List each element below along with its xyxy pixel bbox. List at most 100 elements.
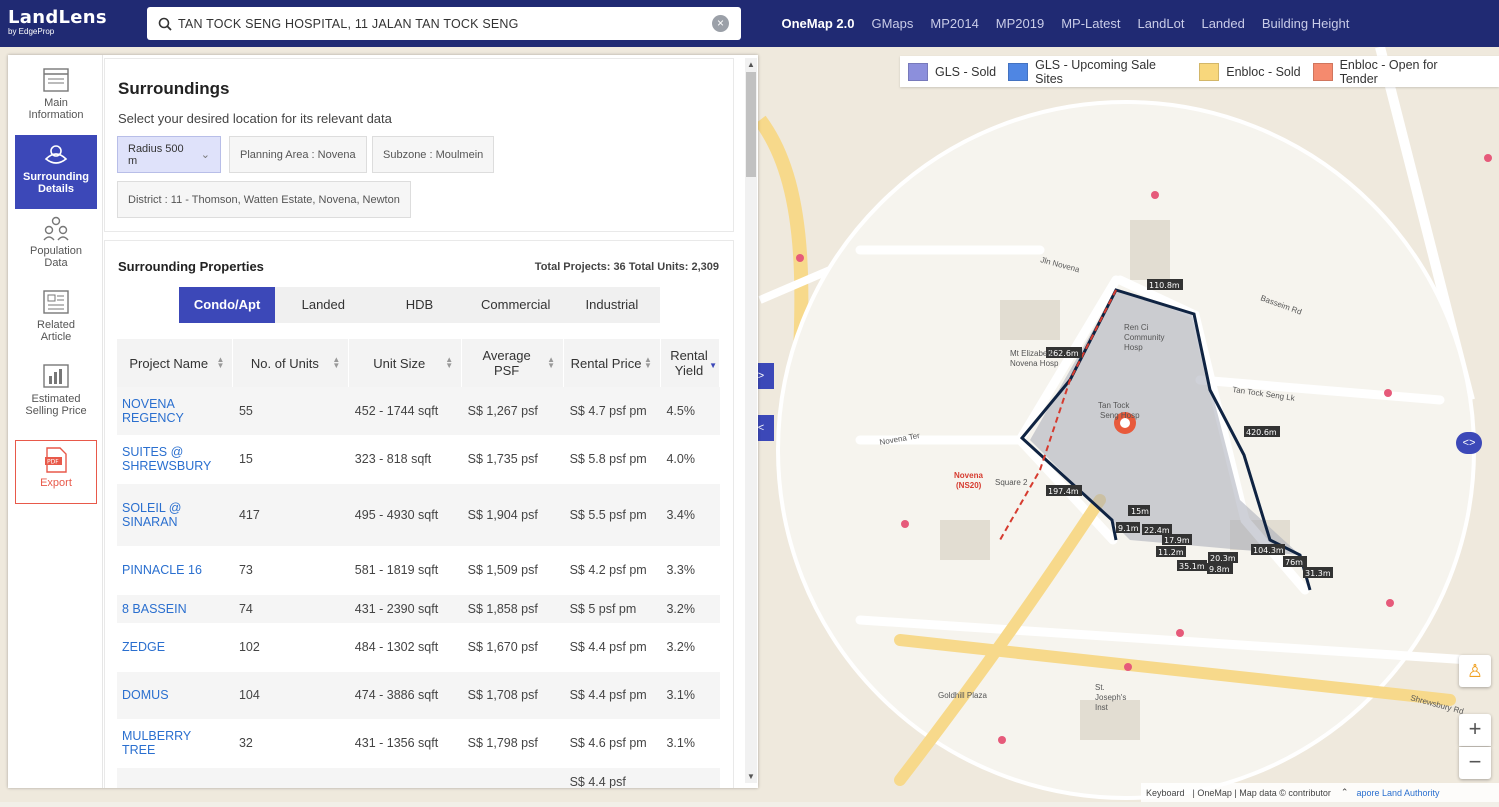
sort-desc-icon: ▼ <box>709 361 717 370</box>
search-icon <box>152 17 178 31</box>
export-button[interactable]: PDF Export <box>15 440 97 504</box>
project-name-link[interactable]: PINNACLE 16 <box>117 546 233 595</box>
table-cell: 15 <box>232 435 349 484</box>
table-cell: S$ 1,267 psf <box>461 387 564 436</box>
tab-landlot[interactable]: LandLot <box>1137 16 1184 31</box>
street-view-button[interactable]: ♙ <box>1459 655 1491 687</box>
svg-text:17.9m: 17.9m <box>1164 536 1190 545</box>
svg-text:9.1m: 9.1m <box>1118 524 1139 533</box>
table-cell: 484 - 1302 sqft <box>348 623 462 672</box>
scroll-down-icon[interactable]: ▼ <box>747 772 755 781</box>
svg-text:Seng Hosp: Seng Hosp <box>1100 411 1140 420</box>
table-row[interactable]: DOMUS 104 474 - 3886 sqft S$ 1,708 psf S$ 4.… <box>117 671 720 720</box>
tab-mp-latest[interactable]: MP-Latest <box>1061 16 1120 31</box>
tab-commercial[interactable]: Commercial <box>468 287 564 323</box>
tab-landed[interactable]: Landed <box>275 287 371 323</box>
chevron-up-icon[interactable]: ⌃ <box>1341 787 1349 798</box>
sidebar-item-label: Estimated <box>31 393 81 405</box>
table-row[interactable]: PINNACLE 16 73 581 - 1819 sqft S$ 1,509 psf… <box>117 546 720 595</box>
column-header-rental-yield[interactable]: Rental Yield ▼ <box>660 339 721 387</box>
project-name-link[interactable]: SOLEIL @ SINARAN <box>117 483 233 547</box>
top-navbar: LandLens by EdgeProp × OneMap 2.0 GMaps … <box>0 0 1499 47</box>
table-row[interactable]: SOLEIL @ SINARAN 417 495 - 4930 sqft S$ 1,9… <box>117 483 720 547</box>
sort-icon: ▲ ▼ <box>332 355 341 370</box>
table-cell: 32 <box>232 719 349 768</box>
svg-text:104.3m: 104.3m <box>1253 546 1284 555</box>
table-cell: 3.1% <box>660 671 720 720</box>
tab-landed[interactable]: Landed <box>1201 16 1244 31</box>
authority-link[interactable]: apore Land Authority <box>1356 788 1439 798</box>
project-name-link[interactable]: ZEDGE <box>117 623 233 672</box>
sidebar-item-surrounding-details[interactable]: Surrounding Details <box>15 135 97 209</box>
table-cell: 102 <box>232 623 349 672</box>
property-type-tabs: Condo/Apt Landed HDB Commercial Industri… <box>179 287 660 323</box>
table-cell: 3.3% <box>660 546 720 595</box>
tab-onemap[interactable]: OneMap 2.0 <box>782 16 855 31</box>
column-header-average-psf[interactable]: Average PSF ▲ ▼ <box>461 339 565 387</box>
project-name-link[interactable] <box>117 767 233 788</box>
table-row[interactable]: NOVENA REGENCY 55 452 - 1744 sqft S$ 1,267 … <box>117 387 720 436</box>
sidebar-item-estimated-selling-price[interactable]: Estimated Selling Price <box>15 357 97 431</box>
legend-enbloc-tender: Enbloc - Open for Tender <box>1312 58 1479 86</box>
svg-text:31.3m: 31.3m <box>1305 569 1331 578</box>
table-row[interactable]: ZEDGE 102 484 - 1302 sqft S$ 1,670 psf S$ 4.… <box>117 623 720 672</box>
table-cell <box>348 767 462 788</box>
svg-text:Tan Tock: Tan Tock <box>1098 401 1130 410</box>
column-header-units[interactable]: No. of Units ▲ ▼ <box>232 339 350 387</box>
project-name-link[interactable]: MULBERRY TREE <box>117 719 233 768</box>
logo-text: LandLens <box>8 7 107 28</box>
column-header-unit-size[interactable]: Unit Size ▲ ▼ <box>348 339 463 387</box>
tab-industrial[interactable]: Industrial <box>564 287 660 323</box>
landlens-logo[interactable]: LandLens by EdgeProp <box>8 7 107 36</box>
search-input[interactable] <box>178 16 698 31</box>
project-name-link[interactable]: NOVENA REGENCY <box>117 387 233 436</box>
search-bar[interactable]: × <box>147 7 741 40</box>
tab-mp2019[interactable]: MP2019 <box>996 16 1044 31</box>
scroll-up-icon[interactable]: ▲ <box>747 60 755 69</box>
tab-building-height[interactable]: Building Height <box>1262 16 1349 31</box>
table-cell: S$ 4.6 psf pm <box>563 719 661 768</box>
legend-label: GLS - Sold <box>935 64 997 79</box>
panel-scrollbar[interactable]: ▲ ▼ <box>745 58 757 783</box>
panel-content: Surroundings Select your desired locatio… <box>104 55 744 788</box>
svg-text:15m: 15m <box>1131 507 1149 516</box>
sidebar-item-related-article[interactable]: Related Article <box>15 283 97 357</box>
project-name-link[interactable]: 8 BASSEIN <box>117 594 233 624</box>
svg-text:20.3m: 20.3m <box>1210 554 1236 563</box>
table-row[interactable]: 8 BASSEIN 74 431 - 2390 sqft S$ 1,858 psf S$… <box>117 594 720 624</box>
table-cell: S$ 1,735 psf <box>461 435 564 484</box>
header-label: Average PSF <box>482 348 531 378</box>
table-cell: 3.2% <box>660 623 720 672</box>
scrollbar-thumb[interactable] <box>746 72 756 177</box>
tab-hdb[interactable]: HDB <box>371 287 467 323</box>
svg-text:Square 2: Square 2 <box>995 478 1028 487</box>
table-row[interactable]: SUITES @ SHREWSBURY 15 323 - 818 sqft S$ 1,… <box>117 435 720 484</box>
map-pin-icon <box>44 145 68 164</box>
sidebar-item-label: Information <box>28 109 84 121</box>
sidebar-item-population-data[interactable]: Population Data <box>15 209 97 283</box>
column-header-project-name[interactable]: Project Name ▲ ▼ <box>117 339 234 387</box>
table-cell: S$ 4.4 psf pm <box>563 671 661 720</box>
zoom-out-button[interactable]: − <box>1459 747 1491 779</box>
sidebar-item-label: Main <box>44 97 68 109</box>
svg-text:197.4m: 197.4m <box>1048 487 1079 496</box>
svg-text:Hosp: Hosp <box>1124 343 1143 352</box>
compare-toggle-button[interactable]: <> <box>1456 432 1482 454</box>
legend-gls-upcoming: GLS - Upcoming Sale Sites <box>1008 58 1187 86</box>
radius-dropdown[interactable]: Radius 500 m ⌄ <box>117 136 221 173</box>
tab-condo-apt[interactable]: Condo/Apt <box>179 287 276 323</box>
table-row[interactable]: S$ 4.4 psf <box>117 767 720 788</box>
svg-text:Mt Elizabeth: Mt Elizabeth <box>1010 349 1054 358</box>
zoom-in-button[interactable]: + <box>1459 714 1491 746</box>
project-name-link[interactable]: SUITES @ SHREWSBURY <box>117 435 233 484</box>
keyboard-link[interactable]: Keyboard <box>1146 788 1185 798</box>
table-cell: S$ 4.4 psf <box>563 767 661 788</box>
district-chip: District : 11 - Thomson, Watten Estate, … <box>117 181 411 218</box>
tab-gmaps[interactable]: GMaps <box>871 16 913 31</box>
table-row[interactable]: MULBERRY TREE 32 431 - 1356 sqft S$ 1,798 p… <box>117 719 720 768</box>
sidebar-item-main-information[interactable]: Main Information <box>15 61 97 135</box>
tab-mp2014[interactable]: MP2014 <box>930 16 978 31</box>
column-header-rental-price[interactable]: Rental Price ▲ ▼ <box>563 339 661 387</box>
project-name-link[interactable]: DOMUS <box>117 671 233 720</box>
clear-search-icon[interactable]: × <box>712 15 729 32</box>
